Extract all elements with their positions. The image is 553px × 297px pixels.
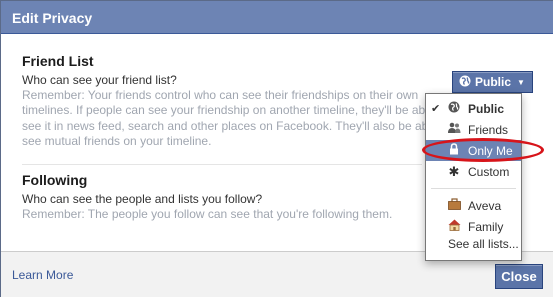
dialog-title: Edit Privacy [1, 1, 553, 34]
section-divider [22, 164, 422, 165]
menu-item-label: Aveva [468, 198, 502, 213]
following-question: Who can see the people and lists you fol… [22, 192, 263, 206]
following-remember: Remember: The people you follow can see … [22, 207, 393, 221]
menu-item-label: Custom [468, 164, 510, 179]
gear-icon: ✱ [448, 163, 460, 179]
menu-item-public[interactable]: ✔ Public [426, 98, 521, 119]
menu-item-aveva[interactable]: Aveva [426, 195, 521, 216]
menu-item-label: Public [468, 101, 505, 116]
globe-icon [447, 101, 461, 116]
close-button[interactable]: Close [495, 264, 543, 289]
friends-icon [447, 122, 461, 137]
privacy-selector-button[interactable]: Public ▼ [452, 71, 533, 93]
following-section: Following Who can see the people and lis… [22, 172, 422, 222]
friend-list-question: Who can see your friend list? [22, 73, 177, 87]
privacy-selector-label: Public [475, 75, 512, 89]
highlight-ellipse [422, 138, 544, 162]
friend-list-remember: Remember: Your friends control who can s… [22, 88, 451, 149]
privacy-menu: ✔ Public Friends Only Me ✱ Custom Aveva … [425, 93, 522, 261]
menu-separator [431, 188, 516, 189]
menu-item-family[interactable]: Family [426, 216, 521, 237]
house-icon [447, 219, 461, 234]
learn-more-link[interactable]: Learn More [12, 268, 73, 282]
check-icon: ✔ [431, 103, 441, 115]
edit-privacy-dialog: Edit Privacy Friend List Who can see you… [0, 0, 553, 297]
friend-list-section: Friend List Who can see your friend list… [22, 53, 452, 150]
menu-item-label: Friends [468, 122, 509, 137]
globe-icon [459, 75, 471, 90]
friend-list-heading: Friend List [22, 53, 94, 69]
menu-item-custom[interactable]: ✱ Custom [426, 161, 521, 182]
menu-item-friends[interactable]: Friends [426, 119, 521, 140]
menu-item-label: Family [468, 219, 504, 234]
caret-down-icon: ▼ [517, 77, 525, 87]
see-all-lists-link[interactable]: See all lists... [448, 237, 519, 251]
briefcase-icon [447, 198, 461, 213]
following-heading: Following [22, 172, 88, 188]
